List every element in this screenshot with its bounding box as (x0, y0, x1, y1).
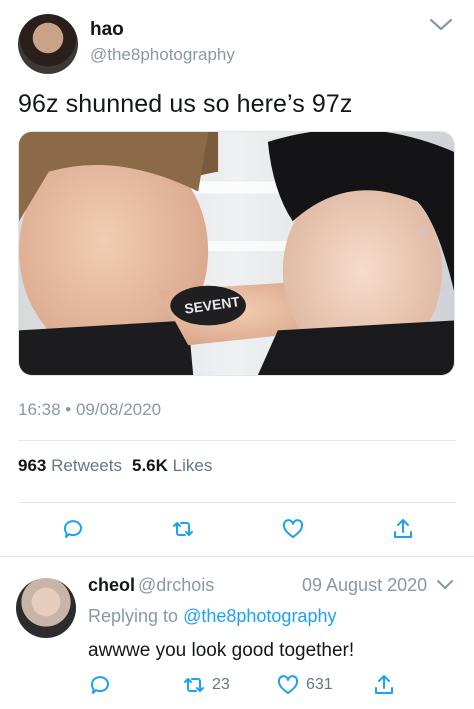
tweet-timestamp[interactable]: 16:38 • 09/08/2020 (18, 400, 161, 420)
likes-label: Likes (172, 456, 213, 475)
reply-share-button[interactable] (370, 671, 398, 699)
replying-to-link[interactable]: @the8photography (183, 606, 336, 626)
chevron-down-icon[interactable] (436, 578, 454, 592)
reply-date: 09 August 2020 (302, 575, 428, 595)
divider (18, 502, 456, 503)
chevron-down-icon[interactable] (428, 16, 454, 34)
retweets-count: 963 (18, 456, 47, 475)
divider (18, 440, 456, 441)
like-icon (277, 675, 299, 694)
avatar[interactable] (16, 578, 76, 638)
reply-like-button[interactable] (274, 671, 302, 699)
retweet-icon (184, 678, 204, 692)
reply-like-count: 631 (306, 676, 333, 693)
reply-author-handle[interactable]: @drchois (138, 575, 214, 596)
share-icon (394, 519, 412, 538)
replying-to-prefix: Replying to (88, 606, 179, 626)
reply-text: awwwe you look good together! (88, 640, 355, 661)
avatar[interactable] (18, 14, 78, 74)
author-name[interactable]: hao (90, 19, 124, 41)
tweet: hao @the8photography 96z shunned us so h… (0, 0, 474, 556)
reply-icon (90, 676, 109, 694)
reply-retweet-button[interactable] (180, 671, 208, 699)
retweet-icon (173, 522, 193, 536)
tweet-stats: 963 Retweets 5.6K Likes (18, 456, 212, 476)
reply-retweet-count: 23 (212, 676, 230, 693)
author-handle[interactable]: @the8photography (90, 45, 235, 65)
retweet-button[interactable] (169, 515, 197, 543)
replying-to: Replying to @the8photography (88, 606, 336, 627)
like-icon (282, 519, 304, 538)
retweets-stat[interactable]: 963 Retweets (18, 456, 122, 475)
reply-icon (63, 520, 82, 538)
reply-reply-button[interactable] (86, 671, 114, 699)
tweet-text: 96z shunned us so here’s 97z (18, 90, 353, 118)
reply-author-name[interactable]: cheol (88, 575, 135, 596)
reply-button[interactable] (59, 515, 87, 543)
retweets-label: Retweets (51, 456, 122, 475)
tweet-photo[interactable]: SEVENT (18, 131, 455, 376)
share-icon (375, 675, 393, 694)
likes-stat[interactable]: 5.6K Likes (132, 456, 212, 475)
like-button[interactable] (279, 515, 307, 543)
likes-count: 5.6K (131, 456, 168, 475)
share-button[interactable] (389, 515, 417, 543)
